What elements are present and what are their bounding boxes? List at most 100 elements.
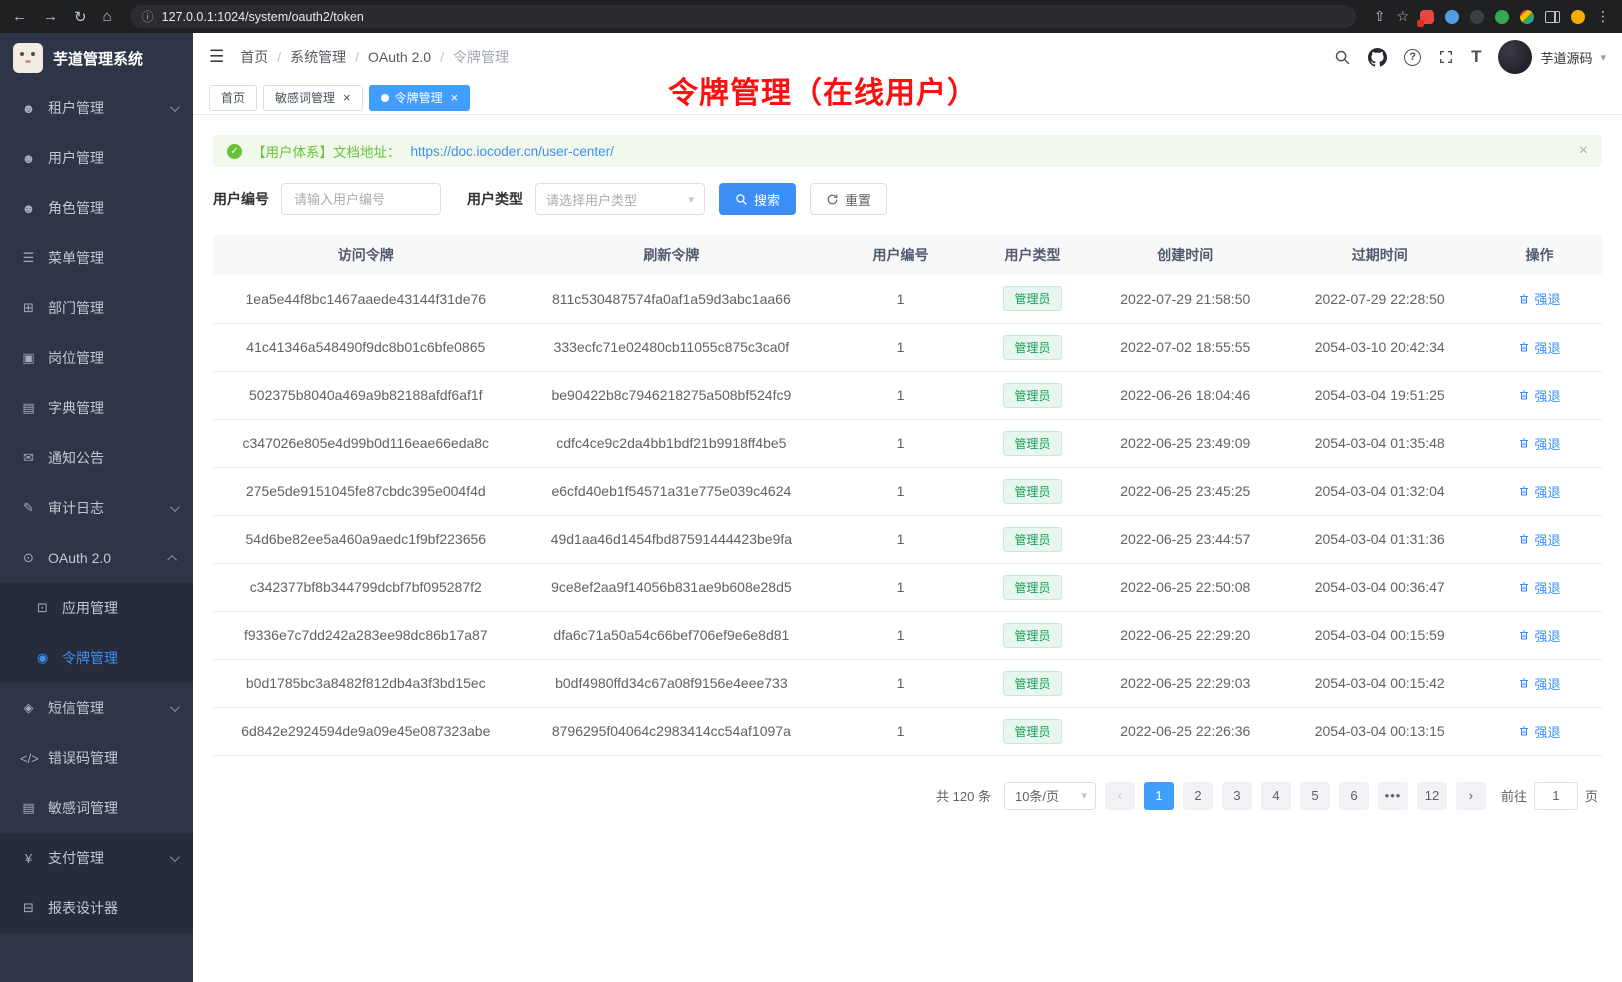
fullscreen-icon[interactable] bbox=[1438, 49, 1454, 65]
home-icon[interactable]: ⌂ bbox=[103, 8, 112, 25]
column-header: 操作 bbox=[1477, 235, 1602, 275]
user-type-badge: 管理员 bbox=[1003, 671, 1061, 696]
force-logout-link[interactable]: 强退 bbox=[1518, 434, 1560, 453]
alert-close-icon[interactable]: × bbox=[1579, 142, 1588, 160]
table-header: 访问令牌 刷新令牌 用户编号 用户类型 创建时间 过期时间 操作 bbox=[213, 235, 1602, 275]
sidebar-item-report-designer[interactable]: ⊟ 报表设计器 bbox=[0, 883, 193, 933]
access-token-cell: c342377bf8b344799dcbf7bf095287f2 bbox=[213, 563, 519, 611]
page-button[interactable]: 4 bbox=[1261, 782, 1291, 810]
page-size-select[interactable]: 10条/页 ▾ bbox=[1004, 782, 1096, 810]
share-icon[interactable]: ⇧ bbox=[1374, 8, 1386, 25]
extensions-icon[interactable] bbox=[1520, 10, 1534, 24]
force-logout-link[interactable]: 强退 bbox=[1518, 578, 1560, 597]
page-button[interactable]: 6 bbox=[1339, 782, 1369, 810]
user-type-badge: 管理员 bbox=[1003, 286, 1061, 311]
page-button[interactable]: 2 bbox=[1183, 782, 1213, 810]
help-icon[interactable]: ? bbox=[1404, 49, 1421, 66]
doc-link[interactable]: https://doc.iocoder.cn/user-center/ bbox=[411, 144, 614, 159]
sidebar-item-role[interactable]: ☻ 角色管理 bbox=[0, 183, 193, 233]
sidebar-item-dept[interactable]: ⊞ 部门管理 bbox=[0, 283, 193, 333]
force-logout-link[interactable]: 强退 bbox=[1518, 626, 1560, 645]
sidebar-item-error-code[interactable]: </> 错误码管理 bbox=[0, 733, 193, 783]
table-row: c342377bf8b344799dcbf7bf095287f2 9ce8ef2… bbox=[213, 563, 1602, 611]
user-type-cell: 管理员 bbox=[977, 275, 1088, 323]
user-id-input[interactable] bbox=[281, 183, 441, 215]
sidebar-item-label: 用户管理 bbox=[48, 148, 177, 168]
sidebar-item-menu[interactable]: ☰ 菜单管理 bbox=[0, 233, 193, 283]
user-dropdown[interactable]: 芋道源码 ▾ bbox=[1498, 40, 1606, 74]
sidebar-item-payment[interactable]: ¥ 支付管理 bbox=[0, 833, 193, 883]
sidebar-item-notice[interactable]: ✉ 通知公告 bbox=[0, 433, 193, 483]
search-icon[interactable] bbox=[1334, 49, 1351, 66]
refresh-token-cell: be90422b8c7946218275a508bf524fc9 bbox=[519, 371, 825, 419]
sidebar-item-dict[interactable]: ▤ 字典管理 bbox=[0, 383, 193, 433]
back-icon[interactable]: ← bbox=[12, 8, 27, 25]
page-button[interactable]: 5 bbox=[1300, 782, 1330, 810]
extension-icon[interactable] bbox=[1495, 10, 1509, 24]
user-type-select[interactable]: 请选择用户类型 ▾ bbox=[535, 183, 705, 215]
breadcrumb-item[interactable]: OAuth 2.0 bbox=[368, 49, 444, 65]
created-time-cell: 2022-06-25 23:49:09 bbox=[1088, 419, 1282, 467]
collapse-sidebar-icon[interactable]: ☰ bbox=[209, 47, 224, 67]
url-bar[interactable]: ⓘ 127.0.0.1:1024/system/oauth2/token bbox=[130, 5, 1356, 28]
sidebar-item-user[interactable]: ☻ 用户管理 bbox=[0, 133, 193, 183]
reload-icon[interactable]: ↻ bbox=[74, 8, 87, 26]
bookmark-star-icon[interactable]: ☆ bbox=[1396, 8, 1409, 25]
sidebar-item-audit-log[interactable]: ✎ 审计日志 bbox=[0, 483, 193, 533]
force-logout-link[interactable]: 强退 bbox=[1518, 674, 1560, 693]
force-logout-link[interactable]: 强退 bbox=[1518, 386, 1560, 405]
page-button[interactable]: 3 bbox=[1222, 782, 1252, 810]
page-button[interactable]: 12 bbox=[1417, 782, 1447, 810]
prev-page-button[interactable]: ‹ bbox=[1105, 782, 1135, 810]
user-id-cell: 1 bbox=[824, 275, 977, 323]
close-icon[interactable]: × bbox=[451, 91, 459, 104]
chevron-down-icon bbox=[170, 852, 180, 862]
browser-profile-avatar[interactable] bbox=[1571, 10, 1585, 24]
extension-icon[interactable] bbox=[1420, 10, 1434, 24]
sidebar-item-oauth2-app[interactable]: ⊡ 应用管理 bbox=[0, 583, 193, 633]
book-icon: ▤ bbox=[20, 400, 37, 416]
forward-icon[interactable]: → bbox=[43, 8, 58, 25]
force-logout-link[interactable]: 强退 bbox=[1518, 482, 1560, 501]
breadcrumb-item[interactable]: 首页 bbox=[240, 47, 281, 67]
breadcrumb: 首页 系统管理 OAuth 2.0 令牌管理 bbox=[240, 47, 509, 67]
tab-home[interactable]: 首页 bbox=[209, 85, 257, 111]
app-icon: ⊡ bbox=[34, 600, 51, 616]
breadcrumb-item[interactable]: 系统管理 bbox=[290, 47, 359, 67]
force-logout-link[interactable]: 强退 bbox=[1518, 530, 1560, 549]
github-icon[interactable] bbox=[1368, 48, 1387, 67]
tab-token[interactable]: 令牌管理 × bbox=[369, 85, 471, 111]
action-cell: 强退 bbox=[1477, 515, 1602, 563]
force-logout-link[interactable]: 强退 bbox=[1518, 338, 1560, 357]
close-icon[interactable]: × bbox=[343, 91, 351, 104]
extension-icon[interactable] bbox=[1470, 10, 1484, 24]
reset-button[interactable]: 重置 bbox=[810, 183, 887, 215]
sidebar-item-oauth2-token[interactable]: ◉ 令牌管理 bbox=[0, 633, 193, 683]
sidebar-item-sms[interactable]: ◈ 短信管理 bbox=[0, 683, 193, 733]
sidebar-item-sensitive-word[interactable]: ▤ 敏感词管理 bbox=[0, 783, 193, 833]
page-button[interactable]: 1 bbox=[1144, 782, 1174, 810]
site-info-icon[interactable]: ⓘ bbox=[142, 8, 154, 25]
tab-sensitive-word[interactable]: 敏感词管理 × bbox=[263, 85, 363, 111]
more-pages-button[interactable]: ••• bbox=[1378, 782, 1408, 810]
sidebar-item-oauth2[interactable]: ⊙ OAuth 2.0 bbox=[0, 533, 193, 583]
action-cell: 强退 bbox=[1477, 323, 1602, 371]
split-screen-icon[interactable] bbox=[1545, 11, 1560, 23]
force-logout-label: 强退 bbox=[1534, 289, 1560, 308]
badge-icon: ▣ bbox=[20, 350, 37, 366]
extension-icon[interactable] bbox=[1445, 10, 1459, 24]
goto-page-input[interactable] bbox=[1534, 782, 1578, 810]
table-row: 41c41346a548490f9dc8b01c6bfe0865 333ecfc… bbox=[213, 323, 1602, 371]
more-menu-icon[interactable]: ⋮ bbox=[1596, 8, 1610, 25]
sidebar-item-tenant[interactable]: ☻ 租户管理 bbox=[0, 83, 193, 133]
sidebar-item-label: 支付管理 bbox=[48, 848, 159, 868]
trash-icon bbox=[1518, 629, 1530, 641]
user-id-cell: 1 bbox=[824, 467, 977, 515]
force-logout-link[interactable]: 强退 bbox=[1518, 289, 1560, 308]
next-page-button[interactable]: › bbox=[1456, 782, 1486, 810]
force-logout-link[interactable]: 强退 bbox=[1518, 722, 1560, 741]
font-size-icon[interactable]: T bbox=[1471, 47, 1481, 67]
access-token-cell: b0d1785bc3a8482f812db4a3f3bd15ec bbox=[213, 659, 519, 707]
sidebar-item-post[interactable]: ▣ 岗位管理 bbox=[0, 333, 193, 383]
search-button[interactable]: 搜索 bbox=[719, 183, 796, 215]
